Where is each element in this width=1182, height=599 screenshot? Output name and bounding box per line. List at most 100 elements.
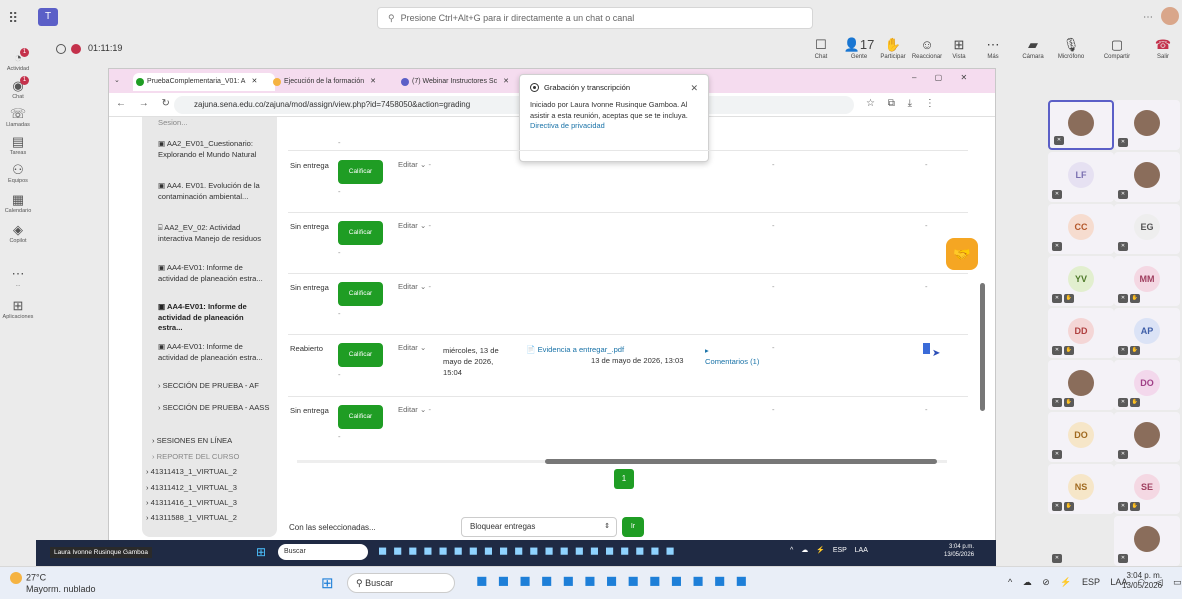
rail-icon: ☏ [9, 106, 27, 121]
rail-label: Equipos [8, 178, 28, 184]
close-icon[interactable]: ✕ [690, 83, 698, 94]
participant-tile[interactable]: DO ✕ [1048, 412, 1114, 462]
taskbar-clock[interactable]: 3:04 p. m. 13/05/2026 [1122, 571, 1162, 591]
taskbar-app-icons[interactable]: ◼◼◼◼◼◼◼◼◼◼◼◼◼ [476, 572, 757, 589]
course-index-item[interactable]: › SECCIÓN DE PRUEBA - AASS [158, 403, 270, 414]
course-index-item[interactable]: ▣ AA4-EV01: Informe de actividad de plan… [158, 302, 270, 334]
participant-tile[interactable]: ✕ [1114, 516, 1180, 566]
participant-tile[interactable]: DD ✕ ✋ [1048, 308, 1114, 358]
user-avatar[interactable] [1161, 7, 1179, 25]
horizontal-scrollbar[interactable] [287, 457, 959, 465]
participant-tile[interactable]: ✕ [1048, 100, 1114, 150]
browser-toolbar-icons[interactable]: ☆ ⧉ ⤓ ⋮ [866, 98, 935, 109]
search-icon: ⚲ [356, 578, 366, 588]
grade-cell-selection[interactable] [923, 343, 930, 354]
course-index-item[interactable]: ▣ AA4-EV01: Informe de actividad de plan… [158, 263, 270, 284]
vertical-scrollbar[interactable] [979, 117, 986, 537]
course-index-item[interactable]: ▣ AA4-EV01: Informe de actividad de plan… [158, 342, 270, 363]
more-options-icon[interactable]: ⋯ [1143, 12, 1153, 23]
meeting-button[interactable]: ⋯ Más [976, 36, 1010, 66]
close-tab-icon[interactable]: ✕ [370, 78, 376, 85]
rail-item[interactable]: ◉ 1 Chat [0, 76, 36, 100]
participant-tile[interactable]: EG ✕ [1114, 204, 1180, 254]
course-index-item[interactable]: › 41311413_1_VIRTUAL_2 [146, 467, 258, 478]
rail-item[interactable]: ⊞ Aplicaciones [0, 298, 36, 320]
course-index-item[interactable]: ▣ AA4. EV01. Evolución de la contaminaci… [158, 181, 270, 202]
app-launcher-icon[interactable]: ⠿ [8, 10, 18, 27]
meeting-button-icon: ☐ [815, 37, 827, 52]
edit-menu[interactable]: Editar ⌄ - [398, 405, 431, 414]
course-index-item[interactable]: › REPORTE DEL CURSO [152, 452, 264, 463]
participant-tile[interactable]: LF ✕ [1048, 152, 1114, 202]
weather-widget[interactable]: 27°C Mayorm. nublado [10, 572, 96, 594]
participant-avatar: NS [1068, 474, 1094, 500]
url-field[interactable]: zajuna.sena.edu.co/zajuna/mod/assign/vie… [174, 96, 854, 114]
participant-tile[interactable]: MM ✕ ✋ [1114, 256, 1180, 306]
meeting-button[interactable]: ⊞ Vista [942, 36, 976, 66]
start-icon[interactable]: ⊞ [321, 574, 334, 592]
grade-button[interactable]: Calificar [338, 405, 383, 429]
privacy-link[interactable]: Directiva de privacidad [530, 121, 698, 130]
course-index-item[interactable]: Sesion... [158, 118, 270, 129]
rail-item[interactable]: ◔ 1 Actividad [0, 48, 36, 72]
edit-menu[interactable]: Editar ⌄ - [398, 160, 431, 169]
course-index-item[interactable]: › 41311416_1_VIRTUAL_3 [146, 498, 258, 509]
tab-list-icon[interactable]: ⌄ [114, 76, 120, 84]
participant-tile[interactable]: SE ✕ ✋ [1114, 464, 1180, 514]
bulk-action-select[interactable]: Bloquear entregas ⇕ [461, 517, 617, 537]
course-index-item[interactable]: › SESIONES EN LÍNEA [152, 436, 264, 447]
grade-button[interactable]: Calificar [338, 221, 383, 245]
participant-tile[interactable]: CC ✕ [1048, 204, 1114, 254]
meeting-button-label: Más [987, 54, 999, 60]
browser-tab[interactable]: Ejecución de la formación ✕ [270, 73, 390, 91]
meeting-button[interactable]: ☐ Chat [804, 36, 838, 66]
grade-button[interactable]: Calificar [338, 160, 383, 184]
edit-menu[interactable]: Editar ⌄ - [398, 282, 431, 291]
course-index-item[interactable]: ▣ AA2_EV01_Cuestionario: Explorando el M… [158, 139, 270, 160]
meeting-button[interactable]: ✋ Participar [876, 36, 910, 66]
browser-tab[interactable]: (7) Webinar Instructores Sc ✕ [398, 73, 518, 91]
window-controls[interactable]: – ▢ ✕ [912, 73, 967, 82]
rail-item[interactable]: ⚇ Equipos [0, 162, 36, 184]
comments-link[interactable]: ▸ Comentarios (1) [705, 345, 759, 367]
close-tab-icon[interactable]: ✕ [503, 78, 509, 85]
page-button[interactable]: 1 [614, 469, 634, 489]
participant-tile[interactable]: DO ✕ ✋ [1114, 360, 1180, 410]
submission-file-link[interactable]: 📄 Evidencia a entregar_.pdf [526, 345, 624, 354]
participant-tile[interactable]: ✕ [1114, 412, 1180, 462]
rail-item[interactable]: ⋯... [0, 266, 36, 288]
edit-label: Editar [398, 221, 418, 230]
go-button[interactable]: Ir [622, 517, 644, 537]
taskbar-search[interactable]: ⚲ Buscar [347, 573, 455, 593]
meeting-button[interactable]: 🎙 Micrófono [1054, 36, 1088, 66]
participant-tile[interactable]: YV ✕ ✋ [1048, 256, 1114, 306]
grade-button[interactable]: Calificar [338, 282, 383, 306]
rail-item[interactable]: ◈ Copilot [0, 222, 36, 244]
course-index-item[interactable]: › SECCIÓN DE PRUEBA - AF [158, 381, 270, 392]
participant-tile[interactable]: ✕ [1114, 100, 1180, 150]
edit-menu[interactable]: Editar ⌄ [398, 343, 426, 352]
edit-menu[interactable]: Editar ⌄ - [398, 221, 431, 230]
meeting-button[interactable]: ▰ Cámara [1016, 36, 1050, 66]
remote-tray-icons: ^ ☁ ⚡ [790, 547, 833, 554]
course-index-item[interactable]: › 41311412_1_VIRTUAL_3 [146, 483, 258, 494]
nav-buttons[interactable]: ← → ↻ [116, 98, 170, 109]
rail-item[interactable]: ▦ Calendario [0, 192, 36, 214]
grade-button[interactable]: Calificar [338, 343, 383, 367]
rail-item[interactable]: ☏ Llamadas [0, 106, 36, 128]
teams-search-input[interactable]: ⚲ Presione Ctrl+Alt+G para ir directament… [377, 7, 813, 29]
leave-button[interactable]: ☎ Salir [1146, 36, 1180, 66]
meeting-button[interactable]: ▢ Compartir [1100, 36, 1134, 66]
meeting-button[interactable]: 👤17 Gente [842, 36, 876, 66]
participant-tile[interactable]: NS ✕ ✋ [1048, 464, 1114, 514]
help-handshake-button[interactable]: 🤝 [946, 238, 978, 270]
rail-item[interactable]: ▤ Tareas [0, 134, 36, 156]
close-tab-icon[interactable]: ✕ [251, 78, 257, 85]
participant-tile[interactable]: ✕ ✋ [1048, 360, 1114, 410]
meeting-button[interactable]: ☺ Reaccionar [910, 36, 944, 66]
participant-tile[interactable]: AP ✕ ✋ [1114, 308, 1180, 358]
participant-tile[interactable]: ✕ [1114, 152, 1180, 202]
course-index-item[interactable]: › 41311588_1_VIRTUAL_2 [146, 513, 258, 524]
browser-tab[interactable]: PruebaComplementaria_V01: A ✕ [133, 73, 275, 91]
course-index-item[interactable]: ⌸ AA2_EV_02: Actividad interactiva Manej… [158, 223, 270, 244]
